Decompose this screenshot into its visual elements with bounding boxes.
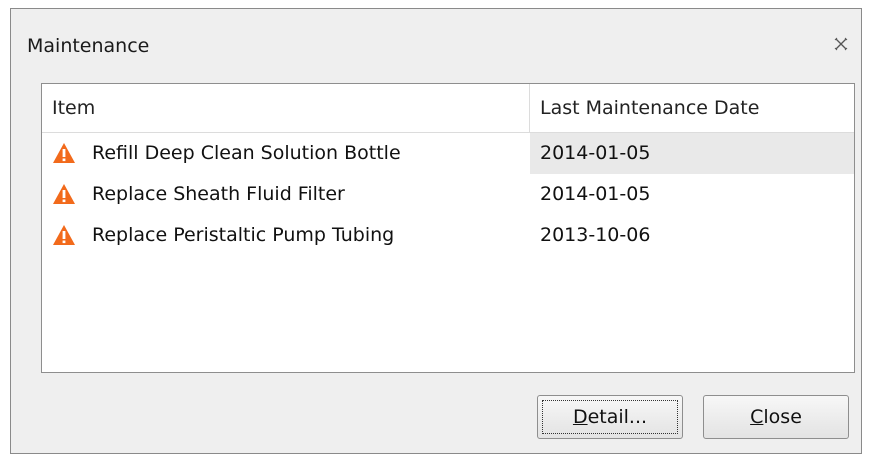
warning-icon xyxy=(53,225,75,245)
close-button[interactable]: Close xyxy=(703,395,849,439)
item-cell: Replace Sheath Fluid Filter xyxy=(42,174,530,215)
item-cell: Refill Deep Clean Solution Bottle xyxy=(42,133,530,174)
table-header: Item Last Maintenance Date xyxy=(42,84,854,133)
title-bar[interactable]: Maintenance xyxy=(11,9,861,79)
maintenance-list[interactable]: Item Last Maintenance Date Refill Deep C… xyxy=(41,83,855,373)
table-row[interactable]: Refill Deep Clean Solution Bottle 2014-0… xyxy=(42,133,854,174)
item-label: Replace Peristaltic Pump Tubing xyxy=(92,224,395,246)
table-row[interactable]: Replace Sheath Fluid Filter 2014-01-05 xyxy=(42,174,854,215)
table-row[interactable]: Replace Peristaltic Pump Tubing 2013-10-… xyxy=(42,215,854,256)
date-cell: 2014-01-05 xyxy=(530,133,854,174)
item-label: Replace Sheath Fluid Filter xyxy=(92,183,345,205)
date-cell: 2013-10-06 xyxy=(540,224,651,246)
item-cell: Replace Peristaltic Pump Tubing xyxy=(42,215,530,256)
detail-button[interactable]: Detail... xyxy=(537,395,683,439)
table-body: Refill Deep Clean Solution Bottle 2014-0… xyxy=(42,133,854,256)
close-label: lose xyxy=(763,406,802,428)
dialog-title: Maintenance xyxy=(27,35,150,57)
date-cell: 2014-01-05 xyxy=(540,183,651,205)
warning-icon xyxy=(53,184,75,204)
column-header-item[interactable]: Item xyxy=(42,84,530,132)
close-mnemonic: C xyxy=(750,406,764,428)
item-label: Refill Deep Clean Solution Bottle xyxy=(92,142,401,164)
warning-icon xyxy=(53,143,75,163)
focus-ring xyxy=(542,400,678,434)
column-header-last-maintenance-date[interactable]: Last Maintenance Date xyxy=(530,84,854,132)
close-x-icon[interactable] xyxy=(833,36,849,52)
maintenance-dialog: Maintenance Item Last Maintenance Date R… xyxy=(10,8,862,454)
